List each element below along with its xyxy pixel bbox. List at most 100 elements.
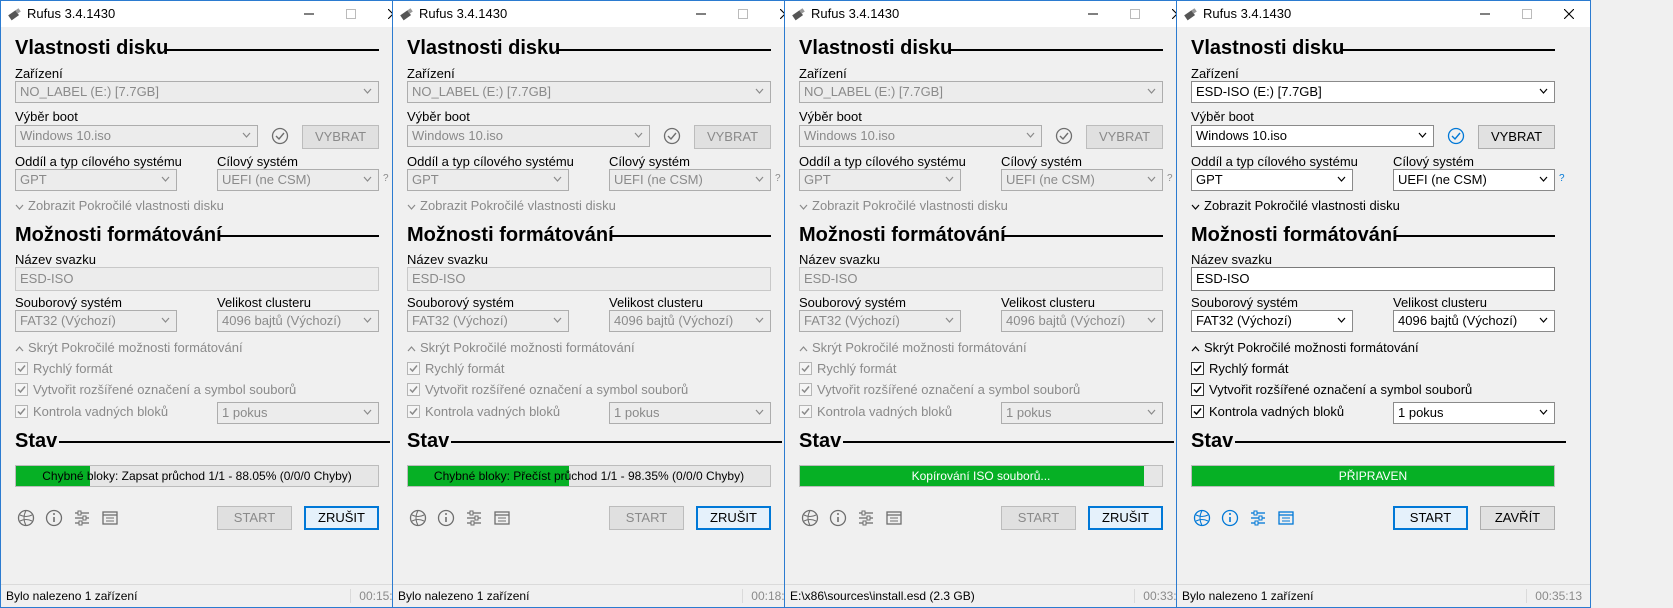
bad-blocks-checkbox-row[interactable]: Kontrola vadných bloků: [799, 404, 952, 419]
device-dropdown[interactable]: NO_LABEL (E:) [7.7GB]: [15, 81, 379, 103]
file-system-dropdown[interactable]: FAT32 (Výchozí): [15, 310, 177, 332]
target-system-dropdown[interactable]: UEFI (ne CSM): [1393, 169, 1555, 191]
partition-scheme-dropdown[interactable]: GPT: [799, 169, 961, 191]
start-button[interactable]: START: [1001, 506, 1076, 530]
target-system-dropdown[interactable]: UEFI (ne CSM): [609, 169, 771, 191]
log-button[interactable]: [884, 508, 904, 528]
boot-selection-dropdown[interactable]: Windows 10.iso: [799, 125, 1042, 147]
partition-scheme-dropdown[interactable]: GPT: [15, 169, 177, 191]
title-bar[interactable]: Rufus 3.4.1430: [393, 1, 806, 27]
volume-label-input[interactable]: ESD-ISO: [407, 267, 771, 291]
quick-format-checkbox[interactable]: [1191, 362, 1204, 375]
show-advanced-drive-toggle[interactable]: Zobrazit Pokročilé vlastnosti disku: [407, 198, 616, 213]
about-button[interactable]: [828, 508, 848, 528]
extended-label-checkbox-row[interactable]: Vytvořit rozšířené označení a symbol sou…: [15, 382, 296, 397]
quick-format-checkbox-row[interactable]: Rychlý formát: [799, 361, 896, 376]
language-button[interactable]: [408, 508, 428, 528]
close-button[interactable]: [1548, 1, 1590, 27]
target-system-dropdown[interactable]: UEFI (ne CSM): [217, 169, 379, 191]
device-dropdown[interactable]: ESD-ISO (E:) [7.7GB]: [1191, 81, 1555, 103]
settings-button[interactable]: [1248, 508, 1268, 528]
passes-dropdown[interactable]: 1 pokus: [1001, 402, 1163, 424]
check-hash-icon[interactable]: [271, 127, 289, 145]
check-hash-icon[interactable]: [1447, 127, 1465, 145]
help-icon[interactable]: ?: [1167, 173, 1173, 184]
minimize-button[interactable]: [680, 1, 722, 27]
show-advanced-drive-toggle[interactable]: Zobrazit Pokročilé vlastnosti disku: [1191, 198, 1400, 213]
show-advanced-drive-toggle[interactable]: Zobrazit Pokročilé vlastnosti disku: [15, 198, 224, 213]
hide-advanced-format-toggle[interactable]: Skrýt Pokročilé možnosti formátování: [1191, 340, 1419, 355]
help-icon[interactable]: ?: [775, 173, 781, 184]
show-advanced-drive-toggle[interactable]: Zobrazit Pokročilé vlastnosti disku: [799, 198, 1008, 213]
boot-selection-dropdown[interactable]: Windows 10.iso: [1191, 125, 1434, 147]
extended-label-checkbox[interactable]: [799, 383, 812, 396]
hide-advanced-format-toggle[interactable]: Skrýt Pokročilé možnosti formátování: [407, 340, 635, 355]
quick-format-checkbox[interactable]: [15, 362, 28, 375]
about-button[interactable]: [1220, 508, 1240, 528]
passes-dropdown[interactable]: 1 pokus: [609, 402, 771, 424]
select-image-button[interactable]: VYBRAT: [1086, 125, 1163, 149]
extended-label-checkbox[interactable]: [407, 383, 420, 396]
help-icon[interactable]: ?: [383, 173, 389, 184]
cluster-size-dropdown[interactable]: 4096 bajtů (Výchozí): [217, 310, 379, 332]
file-system-dropdown[interactable]: FAT32 (Výchozí): [1191, 310, 1353, 332]
select-image-button[interactable]: VYBRAT: [1478, 125, 1555, 149]
cluster-size-dropdown[interactable]: 4096 bajtů (Výchozí): [1393, 310, 1555, 332]
select-image-button[interactable]: VYBRAT: [302, 125, 379, 149]
partition-scheme-dropdown[interactable]: GPT: [407, 169, 569, 191]
select-image-button[interactable]: VYBRAT: [694, 125, 771, 149]
quick-format-checkbox-row[interactable]: Rychlý formát: [407, 361, 504, 376]
file-system-dropdown[interactable]: FAT32 (Výchozí): [407, 310, 569, 332]
boot-selection-dropdown[interactable]: Windows 10.iso: [407, 125, 650, 147]
volume-label-input[interactable]: ESD-ISO: [15, 267, 379, 291]
settings-button[interactable]: [72, 508, 92, 528]
quick-format-checkbox-row[interactable]: Rychlý formát: [1191, 361, 1288, 376]
quick-format-checkbox[interactable]: [407, 362, 420, 375]
bad-blocks-checkbox[interactable]: [407, 405, 420, 418]
bad-blocks-checkbox[interactable]: [1191, 405, 1204, 418]
title-bar[interactable]: Rufus 3.4.1430: [1177, 1, 1590, 27]
bad-blocks-checkbox[interactable]: [15, 405, 28, 418]
language-button[interactable]: [800, 508, 820, 528]
hide-advanced-format-toggle[interactable]: Skrýt Pokročilé možnosti formátování: [799, 340, 1027, 355]
partition-scheme-dropdown[interactable]: GPT: [1191, 169, 1353, 191]
target-system-dropdown[interactable]: UEFI (ne CSM): [1001, 169, 1163, 191]
passes-dropdown[interactable]: 1 pokus: [217, 402, 379, 424]
quick-format-checkbox-row[interactable]: Rychlý formát: [15, 361, 112, 376]
language-button[interactable]: [1192, 508, 1212, 528]
cancel-button[interactable]: ZRUŠIT: [1088, 506, 1163, 530]
extended-label-checkbox-row[interactable]: Vytvořit rozšířené označení a symbol sou…: [799, 382, 1080, 397]
device-dropdown[interactable]: NO_LABEL (E:) [7.7GB]: [407, 81, 771, 103]
bad-blocks-checkbox-row[interactable]: Kontrola vadných bloků: [407, 404, 560, 419]
boot-selection-dropdown[interactable]: Windows 10.iso: [15, 125, 258, 147]
start-button[interactable]: START: [217, 506, 292, 530]
cluster-size-dropdown[interactable]: 4096 bajtů (Výchozí): [609, 310, 771, 332]
about-button[interactable]: [44, 508, 64, 528]
settings-button[interactable]: [464, 508, 484, 528]
device-dropdown[interactable]: NO_LABEL (E:) [7.7GB]: [799, 81, 1163, 103]
about-button[interactable]: [436, 508, 456, 528]
passes-dropdown[interactable]: 1 pokus: [1393, 402, 1555, 424]
title-bar[interactable]: Rufus 3.4.1430: [785, 1, 1198, 27]
cancel-button[interactable]: ZRUŠIT: [696, 506, 771, 530]
file-system-dropdown[interactable]: FAT32 (Výchozí): [799, 310, 961, 332]
extended-label-checkbox[interactable]: [15, 383, 28, 396]
extended-label-checkbox-row[interactable]: Vytvořit rozšířené označení a symbol sou…: [1191, 382, 1472, 397]
log-button[interactable]: [100, 508, 120, 528]
start-button[interactable]: START: [1393, 506, 1468, 530]
log-button[interactable]: [492, 508, 512, 528]
extended-label-checkbox-row[interactable]: Vytvořit rozšířené označení a symbol sou…: [407, 382, 688, 397]
check-hash-icon[interactable]: [1055, 127, 1073, 145]
volume-label-input[interactable]: ESD-ISO: [1191, 267, 1555, 291]
log-button[interactable]: [1276, 508, 1296, 528]
start-button[interactable]: START: [609, 506, 684, 530]
bad-blocks-checkbox-row[interactable]: Kontrola vadných bloků: [15, 404, 168, 419]
language-button[interactable]: [16, 508, 36, 528]
cancel-button[interactable]: ZRUŠIT: [304, 506, 379, 530]
bad-blocks-checkbox[interactable]: [799, 405, 812, 418]
volume-label-input[interactable]: ESD-ISO: [799, 267, 1163, 291]
cancel-button[interactable]: ZAVŘÍT: [1480, 506, 1555, 530]
hide-advanced-format-toggle[interactable]: Skrýt Pokročilé možnosti formátování: [15, 340, 243, 355]
bad-blocks-checkbox-row[interactable]: Kontrola vadných bloků: [1191, 404, 1344, 419]
cluster-size-dropdown[interactable]: 4096 bajtů (Výchozí): [1001, 310, 1163, 332]
